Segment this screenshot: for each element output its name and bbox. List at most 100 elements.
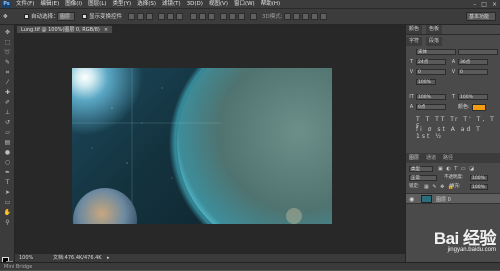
tab-channels[interactable]: 通道 <box>426 153 436 163</box>
tab-layers[interactable]: 图层 <box>409 153 419 163</box>
layer-name[interactable]: 图层 0 <box>436 196 451 203</box>
align-bottom-icon[interactable] <box>146 13 153 20</box>
3d-slide-icon[interactable] <box>311 13 318 20</box>
menu-3d[interactable]: 3D(D) <box>187 0 203 9</box>
blur-tool-icon[interactable]: ● <box>3 149 12 157</box>
align-left-icon[interactable] <box>158 13 165 20</box>
align-vcenter-icon[interactable] <box>137 13 144 20</box>
distribute-left-icon[interactable] <box>220 13 227 20</box>
layer-row[interactable]: ◉ 图层 0 <box>406 193 500 204</box>
menu-select[interactable]: 选择(S) <box>137 0 156 9</box>
3d-scale-icon[interactable] <box>320 13 327 20</box>
distribute-vcenter-icon[interactable] <box>199 13 206 20</box>
distribute-right-icon[interactable] <box>238 13 245 20</box>
font-family-field[interactable]: 宋体 <box>416 49 456 55</box>
layer-filter-icons[interactable]: ▣ ◐ T ▭ ◪ <box>438 166 475 172</box>
path-select-tool-icon[interactable]: ➤ <box>3 189 12 197</box>
align-hcenter-icon[interactable] <box>167 13 174 20</box>
layer-thumbnail <box>421 195 432 203</box>
show-transform-checkbox[interactable] <box>82 14 87 19</box>
eye-icon[interactable]: ◉ <box>409 196 414 203</box>
3d-roll-icon[interactable] <box>293 13 300 20</box>
shape-tool-icon[interactable]: ▭ <box>3 199 12 207</box>
font-style-field[interactable] <box>458 49 498 55</box>
blend-mode-dropdown[interactable]: 正常 <box>409 175 437 181</box>
eraser-tool-icon[interactable]: ▱ <box>3 129 12 137</box>
baseline-icon: A <box>409 104 414 110</box>
menu-image[interactable]: 图像(I) <box>65 0 82 9</box>
layer-kind-filter[interactable]: 类型 <box>409 166 433 172</box>
maximize-button[interactable]: □ <box>481 1 487 8</box>
workspace-dropdown[interactable]: 基本功能 <box>466 12 496 21</box>
distribute-top-icon[interactable] <box>190 13 197 20</box>
3d-rotate-icon[interactable] <box>284 13 291 20</box>
brush-tool-icon[interactable]: ✐ <box>3 99 12 107</box>
zoom-tool-icon[interactable]: ⚲ <box>3 219 12 227</box>
align-top-icon[interactable] <box>128 13 135 20</box>
menu-type[interactable]: 类型(Y) <box>113 0 132 9</box>
horizontal-scale-field[interactable]: 100% <box>458 94 488 100</box>
tracking-field[interactable]: 0 <box>458 69 488 75</box>
distribute-bottom-icon[interactable] <box>208 13 215 20</box>
photoshop-logo: Ps <box>2 1 11 8</box>
history-brush-tool-icon[interactable]: ↺ <box>3 119 12 127</box>
opentype-buttons[interactable]: fi σ st A ad T 1st ½ <box>416 126 500 140</box>
type-tool-icon[interactable]: T <box>3 179 12 187</box>
close-button[interactable]: × <box>492 1 497 8</box>
tab-swatches[interactable]: 色板 <box>426 25 443 34</box>
move-tool-icon[interactable]: ✥ <box>3 29 12 37</box>
auto-align-icon[interactable] <box>250 13 257 20</box>
canvas-image[interactable] <box>72 68 332 224</box>
gradient-tool-icon[interactable]: ▤ <box>3 139 12 147</box>
marquee-tool-icon[interactable]: ⬚ <box>3 39 12 47</box>
percent-field[interactable]: 100% <box>416 79 436 85</box>
right-panels: 颜色 色板 字符 段落 宋体 T 24点 A 36点 V 0 V 0 100% … <box>405 25 500 262</box>
baseline-field[interactable]: 0点 <box>416 104 446 110</box>
tab-character[interactable]: 字符 <box>406 37 423 46</box>
layers-panel-header: 图层 通道 路径 <box>406 153 500 163</box>
eyedropper-tool-icon[interactable]: ⁄ <box>3 79 12 87</box>
main-menu: 文件(F) 编辑(E) 图像(I) 图层(L) 类型(Y) 选择(S) 滤镜(T… <box>16 0 280 9</box>
menu-layer[interactable]: 图层(L) <box>88 0 106 9</box>
dodge-tool-icon[interactable]: ○ <box>3 159 12 167</box>
distribute-hcenter-icon[interactable] <box>229 13 236 20</box>
auto-select-dropdown[interactable]: 图层 <box>57 12 75 21</box>
text-color-swatch[interactable] <box>472 104 486 111</box>
hand-tool-icon[interactable]: ✋ <box>3 209 12 217</box>
tab-color[interactable]: 颜色 <box>406 25 423 34</box>
opacity-field[interactable]: 100% <box>470 175 488 181</box>
auto-select-checkbox[interactable] <box>24 14 29 19</box>
minimize-button[interactable]: – <box>473 1 476 8</box>
kerning-icon: V <box>409 69 414 75</box>
vertical-scale-field[interactable]: 100% <box>416 94 446 100</box>
3d-drag-icon[interactable] <box>302 13 309 20</box>
menu-view[interactable]: 视图(V) <box>209 0 228 9</box>
pen-tool-icon[interactable]: ✒ <box>3 169 12 177</box>
tab-paragraph[interactable]: 段落 <box>426 37 443 46</box>
space-planets-image <box>72 68 332 224</box>
lasso-tool-icon[interactable]: ➰ <box>3 49 12 57</box>
tab-paths[interactable]: 路径 <box>443 153 453 163</box>
quick-select-tool-icon[interactable]: ✎ <box>3 59 12 67</box>
menu-window[interactable]: 窗口(W) <box>234 0 255 9</box>
menu-help[interactable]: 帮助(H) <box>261 0 280 9</box>
fill-field[interactable]: 100% <box>470 184 488 190</box>
close-icon[interactable]: × <box>104 26 108 33</box>
menu-bar: Ps 文件(F) 编辑(E) 图像(I) 图层(L) 类型(Y) 选择(S) 滤… <box>0 0 500 9</box>
bottom-strip: Mini Bridge <box>0 262 500 270</box>
font-size-field[interactable]: 24点 <box>416 59 446 65</box>
menu-filter[interactable]: 滤镜(T) <box>162 0 181 9</box>
menu-file[interactable]: 文件(F) <box>16 0 34 9</box>
move-tool-icon[interactable]: ✥ <box>3 12 8 22</box>
clone-stamp-tool-icon[interactable]: ⊥ <box>3 109 12 117</box>
align-right-icon[interactable] <box>176 13 183 20</box>
document-tab[interactable]: Lung.tif @ 100%(图层 0, RGB/8) × <box>16 25 114 34</box>
leading-icon: A <box>451 59 456 65</box>
menu-edit[interactable]: 编辑(E) <box>40 0 59 9</box>
kerning-field[interactable]: 0 <box>416 69 446 75</box>
crop-tool-icon[interactable]: ⌗ <box>3 69 12 77</box>
healing-brush-tool-icon[interactable]: ✚ <box>3 89 12 97</box>
horizontal-scale-icon: T <box>451 94 456 100</box>
leading-field[interactable]: 36点 <box>458 59 488 65</box>
watermark-main: Bai 经验 <box>433 229 497 248</box>
